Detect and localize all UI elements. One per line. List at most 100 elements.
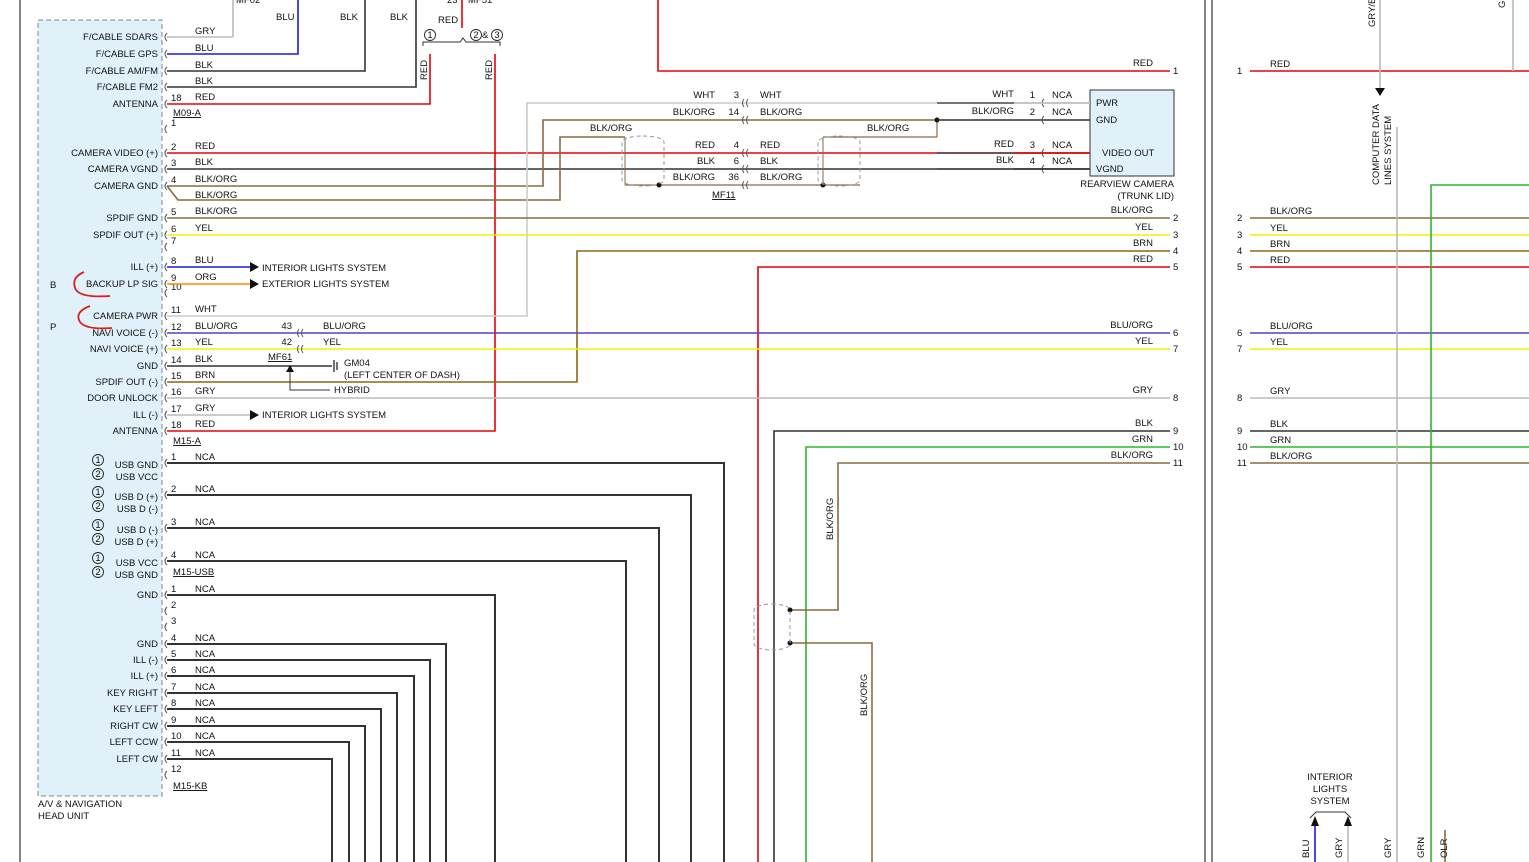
hu-pin-label-4: ANTENNA: [113, 99, 159, 110]
kb-name-3: GND: [137, 639, 158, 650]
kb-name-8: RIGHT CW: [110, 721, 158, 732]
antenna-splice-bracket: [422, 37, 501, 46]
kb-plug-9: [164, 737, 168, 747]
g-top-label: G: [1497, 1, 1508, 8]
hu-pin-label-19: GND: [137, 361, 158, 372]
interior-lights-dest: INTERIOR LIGHTS SYSTEM: [262, 263, 386, 274]
hu-pin-num-11: 6: [171, 224, 176, 235]
far-bottom-1: GRY: [1334, 837, 1345, 858]
kb-num-9: 10: [171, 731, 182, 742]
mf11-pin-num-0: 3: [734, 90, 739, 101]
interior-lights-dest-2: INTERIOR LIGHTS SYSTEM: [262, 410, 386, 421]
hu-pin-num-8: 4: [171, 175, 176, 186]
trunk-num-0: 1: [1173, 66, 1178, 77]
kb-plug-6: [164, 688, 168, 698]
antenna-conn-2: 2: [473, 30, 478, 41]
mf11-pin-num-4: 36: [728, 172, 739, 183]
kb-plug-11: [164, 770, 168, 780]
mf11-left-label-1: BLK/ORG: [673, 107, 715, 118]
kb-num-10: 11: [171, 748, 181, 759]
camera-nca-3: NCA: [1052, 156, 1073, 167]
kb-plug-1: [164, 606, 168, 616]
amfm-wire-label: BLK: [195, 60, 214, 71]
far-num-2: 3: [1237, 230, 1242, 241]
hu-pin-plug-6: [164, 148, 168, 158]
camera-label-1: REARVIEW CAMERA: [1080, 179, 1174, 190]
vert-blkorg-2: BLK/ORG: [859, 674, 870, 716]
kb-wire-label-9: NCA: [195, 731, 216, 742]
hu-pin-num-19: 14: [171, 355, 182, 366]
trunk-num-2: 3: [1173, 230, 1178, 241]
mf11-pin-num-1: 14: [728, 107, 739, 118]
kb-plug-10: [164, 754, 168, 764]
hu-pin-plug-16: [164, 311, 168, 321]
ils-1: INTERIOR: [1307, 772, 1353, 783]
kb-plug-0: [164, 590, 168, 600]
gm04-label: GM04: [344, 358, 370, 369]
mf11-right-label-0: WHT: [760, 90, 782, 101]
hu-pin-label-23: ANTENNA: [113, 426, 159, 437]
mf11-pin-num-3: 6: [734, 156, 739, 167]
usb-name2-3: USB GND: [115, 570, 158, 581]
hu-pin-num-18: 13: [171, 338, 182, 349]
usb-circle1-3: 1: [95, 553, 100, 564]
mf11-left-label-4: BLK/ORG: [673, 172, 715, 183]
hu-pin-label-6: CAMERA VIDEO (+): [71, 148, 158, 159]
hu-pin-label-0: F/CABLE SDARS: [83, 32, 158, 43]
trunk-label-8: BLK: [1135, 418, 1154, 429]
kb-plug-7: [164, 704, 168, 714]
gps-wire-label: BLU: [195, 43, 214, 54]
sdars-wire-label: GRY: [195, 26, 216, 37]
kb-wire-10: [167, 758, 333, 862]
hu-pin-num-12: 7: [171, 236, 176, 247]
usb-num-1: 2: [171, 484, 176, 495]
usb-plug-3: [164, 556, 168, 566]
mf61-pin42: 42: [281, 337, 292, 348]
usb-circle2-0: 2: [95, 469, 100, 480]
camera-wire-label-0: WHT: [992, 89, 1014, 100]
head-unit-label-2: HEAD UNIT: [38, 811, 89, 822]
hu-pin-plug-2: [164, 66, 168, 76]
lower-shield: [753, 603, 791, 651]
hu-pin-label-7: CAMERA VGND: [88, 164, 158, 175]
far-label-6: YEL: [1270, 337, 1288, 348]
hu-pin-plug-22: [164, 410, 168, 420]
conn-m15usb: M15-USB: [173, 567, 214, 578]
kb-name-0: GND: [137, 590, 158, 601]
far-label-10: BLK/ORG: [1270, 451, 1312, 462]
far-label-1: BLK/ORG: [1270, 206, 1312, 217]
usb-plug-0: [164, 458, 168, 468]
trunk-label-4: RED: [1133, 254, 1153, 265]
antenna2-label: RED: [195, 419, 215, 430]
usb-name2-2: USB D (+): [114, 537, 158, 548]
hu-pin-plug-12: [164, 242, 168, 252]
hu-pin-num-16: 11: [171, 305, 181, 316]
hu-pin-num-23: 18: [171, 420, 182, 431]
kb-num-8: 9: [171, 715, 176, 726]
mf61-w42: YEL: [323, 337, 341, 348]
hu-pin-plug-10: [164, 213, 168, 223]
ill-neg-arrow: [250, 410, 259, 420]
camera-wire-label-2: RED: [994, 139, 1014, 150]
usb-circle1-2: 1: [95, 520, 100, 531]
trunk-wire-1: [657, 0, 1170, 72]
mf02-label: MF02: [236, 0, 260, 6]
ils-3: SYSTEM: [1310, 796, 1349, 807]
far-num-0: 1: [1237, 66, 1242, 77]
kb-name-7: KEY LEFT: [113, 704, 158, 715]
usb-num-0: 1: [171, 452, 176, 463]
far-label-4: RED: [1270, 255, 1290, 266]
hu-pin-num-20: 15: [171, 371, 182, 382]
kb-name-5: ILL (+): [131, 671, 158, 682]
trunk-label-10: BLK/ORG: [1111, 450, 1153, 461]
hu-pin-plug-4: [164, 99, 168, 109]
mf61-w43: BLU/ORG: [323, 321, 366, 332]
ill-arrow: [250, 262, 259, 272]
trunk-label-9: GRN: [1132, 434, 1153, 445]
hu-pin-num-6: 2: [171, 142, 176, 153]
hybrid-branch: [289, 366, 330, 391]
kb-wire-label-6: NCA: [195, 682, 216, 693]
hu-pin-num-22: 17: [171, 404, 182, 415]
camera-shield-2: [817, 135, 861, 187]
far-label-2: YEL: [1270, 223, 1288, 234]
